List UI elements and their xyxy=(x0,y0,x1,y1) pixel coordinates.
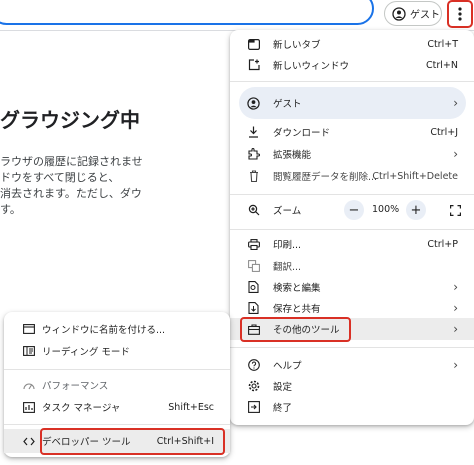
chevron-right-icon: › xyxy=(453,358,458,372)
submenu-item-label: パフォーマンス xyxy=(42,381,109,392)
find-in-page-icon xyxy=(247,281,260,294)
menu-divider xyxy=(230,229,474,230)
window-icon xyxy=(22,323,35,336)
account-circle-icon xyxy=(392,6,406,21)
menu-item-label: 設定 xyxy=(273,382,293,393)
menu-item-label: ゲスト xyxy=(273,99,302,110)
menu-item-guest-content[interactable]: ゲスト › xyxy=(230,92,474,114)
menu-item-new-tab[interactable]: 新しいタブ Ctrl+T xyxy=(230,33,474,55)
page-text-line: ラウザの履歴に記録されませ xyxy=(0,155,143,168)
menu-item-label: 新しいウィンドウ xyxy=(273,61,350,72)
menu-divider xyxy=(230,81,474,82)
menu-item-shortcut: Ctrl+J xyxy=(430,126,458,138)
guest-chip-label: ゲスト xyxy=(410,10,440,21)
menu-item-new-window[interactable]: 新しいウィンドウ Ctrl+N xyxy=(230,54,474,76)
save-share-icon xyxy=(247,302,260,315)
help-icon xyxy=(247,359,260,372)
submenu-item-label: リーディング モード xyxy=(42,347,130,358)
minus-icon: − xyxy=(348,202,360,218)
more-vert-icon xyxy=(458,7,462,21)
task-manager-icon xyxy=(22,401,35,414)
menu-item-exit[interactable]: 終了 xyxy=(230,396,474,418)
extension-puzzle-icon xyxy=(247,148,260,161)
menu-item-label: 終了 xyxy=(273,403,293,414)
menu-item-save-and-share[interactable]: 保存と共有 › xyxy=(230,297,474,319)
download-icon xyxy=(247,126,260,139)
chevron-right-icon: › xyxy=(453,301,458,315)
print-icon xyxy=(247,238,260,251)
menu-item-extensions[interactable]: 拡張機能 › xyxy=(230,143,474,165)
code-icon xyxy=(22,435,35,448)
menu-item-label: ズーム xyxy=(273,206,302,217)
performance-icon xyxy=(22,379,35,392)
guest-profile-button[interactable]: ゲスト xyxy=(384,1,442,26)
submenu-item-label: タスク マネージャ xyxy=(42,403,121,414)
chrome-menu-button[interactable] xyxy=(447,0,473,28)
zoom-out-button[interactable]: − xyxy=(344,200,364,220)
menu-item-label: 印刷... xyxy=(273,240,302,251)
chevron-right-icon: › xyxy=(453,280,458,294)
developer-tools-highlight-box xyxy=(40,428,225,455)
menu-item-label: 新しいタブ xyxy=(273,40,321,51)
chevron-right-icon: › xyxy=(453,96,458,110)
submenu-item-name-window[interactable]: ウィンドウに名前を付ける... xyxy=(4,318,230,340)
submenu-item-reading-mode[interactable]: リーディング モード xyxy=(4,340,230,362)
menu-item-downloads[interactable]: ダウンロード Ctrl+J xyxy=(230,121,474,143)
zoom-icon xyxy=(247,204,260,217)
chrome-main-menu: 新しいタブ Ctrl+T 新しいウィンドウ Ctrl+N ゲスト › ダウンロー… xyxy=(230,30,474,425)
menu-divider xyxy=(230,347,474,348)
menu-item-label: ダウンロード xyxy=(273,128,331,139)
trash-icon xyxy=(247,170,260,183)
menu-item-search-and-edit[interactable]: 検索と編集 › xyxy=(230,276,474,298)
menu-divider xyxy=(230,194,474,195)
menu-item-label: 検索と編集 xyxy=(273,283,321,294)
submenu-item-performance[interactable]: パフォーマンス xyxy=(4,374,230,396)
chevron-right-icon: › xyxy=(453,147,458,161)
submenu-divider xyxy=(4,424,230,425)
more-tools-submenu: ウィンドウに名前を付ける... リーディング モード パフォーマンス タスク マ… xyxy=(4,312,230,457)
zoom-in-button[interactable]: + xyxy=(406,200,426,220)
browser-toolbar: ゲスト xyxy=(0,0,474,31)
menu-item-shortcut: Ctrl+N xyxy=(426,59,458,71)
menu-item-help[interactable]: ヘルプ › xyxy=(230,354,474,376)
exit-icon xyxy=(247,401,260,414)
submenu-item-label: ウィンドウに名前を付ける... xyxy=(42,325,166,336)
page-text-line: 消去されます。ただし、ダウ xyxy=(0,187,142,200)
new-tab-icon xyxy=(247,38,260,51)
submenu-item-shortcut: Shift+Esc xyxy=(168,401,214,413)
menu-item-shortcut: Ctrl+Shift+Delete xyxy=(372,170,458,182)
page-text-line: ドウをすべて閉じると、 xyxy=(0,171,120,184)
menu-item-clear-browsing-data[interactable]: 閲覧履歴データを削除... Ctrl+Shift+Delete xyxy=(230,165,474,187)
chevron-right-icon: › xyxy=(453,322,458,336)
address-bar[interactable] xyxy=(0,0,374,25)
plus-icon: + xyxy=(410,202,422,218)
menu-item-shortcut: Ctrl+P xyxy=(427,238,458,250)
fullscreen-button[interactable] xyxy=(447,202,463,218)
reading-mode-icon xyxy=(22,345,35,358)
page-title: グラウジング中 xyxy=(0,108,140,132)
new-window-icon xyxy=(247,59,260,72)
fullscreen-icon xyxy=(449,204,461,216)
menu-item-translate[interactable]: 翻訳... xyxy=(230,255,474,277)
menu-item-label: 拡張機能 xyxy=(273,150,312,161)
translate-icon xyxy=(247,260,260,273)
page-text-line: す。 xyxy=(0,203,21,216)
submenu-divider xyxy=(4,369,230,370)
menu-item-label: 保存と共有 xyxy=(273,304,321,315)
menu-item-label: ヘルプ xyxy=(273,361,302,372)
menu-item-label: 翻訳... xyxy=(273,262,302,273)
menu-item-label: 閲覧履歴データを削除... xyxy=(273,172,378,183)
menu-item-shortcut: Ctrl+T xyxy=(427,38,458,50)
submenu-item-task-manager[interactable]: タスク マネージャ Shift+Esc xyxy=(4,396,230,418)
zoom-level: 100% xyxy=(372,204,400,215)
menu-item-print[interactable]: 印刷... Ctrl+P xyxy=(230,233,474,255)
gear-icon xyxy=(247,380,260,393)
menu-item-settings[interactable]: 設定 xyxy=(230,375,474,397)
account-circle-icon xyxy=(247,96,260,110)
more-tools-highlight-box xyxy=(240,317,351,342)
